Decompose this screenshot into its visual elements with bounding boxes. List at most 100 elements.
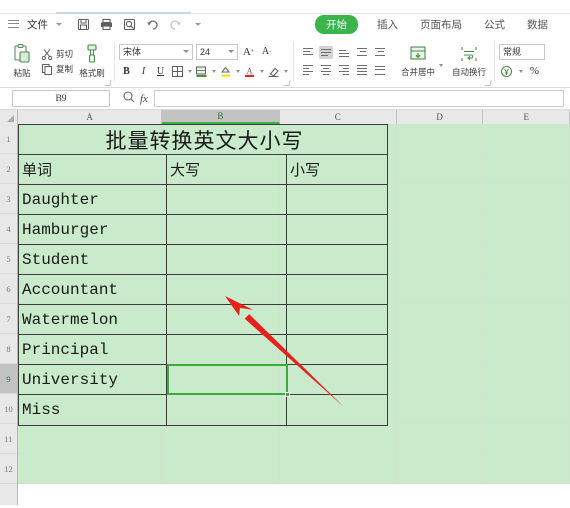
chevron-down-icon[interactable] — [56, 22, 62, 26]
grid-cell[interactable] — [279, 124, 397, 154]
grid-cell[interactable] — [483, 154, 570, 184]
customize-caret-icon[interactable] — [195, 22, 201, 26]
grid-cell[interactable] — [18, 274, 163, 304]
grid-cell[interactable] — [162, 334, 280, 364]
increase-font-size-icon[interactable]: A + — [241, 44, 256, 59]
row-header-12[interactable]: 12 — [0, 454, 17, 484]
grid-cell[interactable] — [483, 244, 570, 274]
row-header-2[interactable]: 2 — [0, 154, 17, 184]
copy-button[interactable]: 复制 — [41, 63, 73, 75]
grid-cell[interactable] — [279, 424, 397, 454]
underline-button[interactable]: U — [153, 64, 168, 79]
decrease-font-size-icon[interactable]: A- — [259, 44, 274, 59]
grid-cell[interactable] — [279, 364, 397, 394]
grid-cell[interactable] — [18, 214, 163, 244]
clear-format-icon[interactable] — [266, 64, 281, 79]
align-bottom-icon[interactable] — [337, 46, 351, 59]
save-icon[interactable] — [76, 17, 91, 32]
grid-cell[interactable] — [279, 214, 397, 244]
grid-cell[interactable] — [483, 424, 570, 454]
grid-cell[interactable] — [18, 184, 163, 214]
align-middle-icon[interactable] — [319, 45, 334, 59]
grid-cell[interactable] — [279, 394, 397, 424]
tab-data[interactable]: 数据 — [524, 16, 551, 33]
column-header-c[interactable]: C — [279, 110, 397, 124]
fill-color-icon[interactable] — [194, 64, 209, 79]
row-header-4[interactable]: 4 — [0, 214, 17, 244]
grid-cell[interactable] — [162, 424, 280, 454]
merge-center-button[interactable]: 合并居中 — [398, 44, 438, 78]
grid-cell[interactable] — [396, 214, 484, 244]
grid-cell[interactable] — [162, 364, 280, 394]
column-header-a[interactable]: A — [18, 110, 163, 124]
formula-input[interactable] — [153, 90, 564, 107]
grid-cell[interactable] — [18, 334, 163, 364]
column-header-b[interactable]: B — [162, 110, 280, 124]
column-header-d[interactable]: D — [396, 110, 484, 124]
grid-cell[interactable] — [279, 184, 397, 214]
insert-function-icon[interactable] — [122, 90, 135, 108]
row-header-7[interactable]: 7 — [0, 304, 17, 334]
grid-cell[interactable] — [18, 424, 163, 454]
grid-cell[interactable] — [396, 274, 484, 304]
tab-page-layout[interactable]: 页面布局 — [417, 16, 465, 33]
chevron-down-icon[interactable] — [439, 63, 444, 67]
select-all-corner[interactable] — [0, 110, 18, 124]
grid-cell[interactable] — [162, 124, 280, 154]
row-header-9[interactable]: 9 — [0, 364, 17, 394]
grid-cell[interactable] — [162, 184, 280, 214]
tab-start[interactable]: 开始 — [315, 15, 358, 34]
italic-button[interactable]: I — [136, 64, 151, 79]
align-justify-icon[interactable] — [355, 64, 369, 77]
grid-cell[interactable] — [279, 304, 397, 334]
percent-style-button[interactable]: % — [527, 64, 542, 79]
clipboard-dialog-launcher-icon[interactable] — [104, 80, 112, 86]
chevron-down-icon[interactable] — [284, 69, 289, 73]
print-preview-icon[interactable] — [122, 17, 137, 32]
grid-cell[interactable] — [396, 124, 484, 154]
grid-cell[interactable] — [483, 334, 570, 364]
fill-handle[interactable] — [285, 392, 290, 397]
row-header-11[interactable]: 11 — [0, 424, 17, 454]
grid-cell[interactable] — [162, 244, 280, 274]
grid-cell[interactable] — [396, 364, 484, 394]
grid-cell[interactable] — [483, 454, 570, 484]
hamburger-icon[interactable] — [8, 19, 19, 29]
row-header-3[interactable]: 3 — [0, 184, 17, 214]
grid-cell[interactable] — [396, 184, 484, 214]
currency-icon[interactable] — [499, 64, 514, 79]
grid-cell[interactable] — [396, 334, 484, 364]
chevron-down-icon[interactable] — [188, 69, 193, 73]
grid-cell[interactable] — [162, 154, 280, 184]
grid-cell[interactable] — [279, 454, 397, 484]
column-header-e[interactable]: E — [483, 110, 570, 124]
align-center-icon[interactable] — [319, 64, 333, 77]
bold-button[interactable]: B — [119, 64, 134, 79]
print-icon[interactable] — [99, 17, 114, 32]
grid-cell[interactable] — [162, 274, 280, 304]
alignment-dialog-launcher-icon[interactable] — [484, 80, 492, 86]
grid-cell[interactable] — [279, 274, 397, 304]
grid-cell[interactable] — [162, 214, 280, 244]
format-painter-button[interactable]: 格式刷 — [75, 43, 109, 79]
font-dialog-launcher-icon[interactable] — [283, 80, 291, 86]
row-header-5[interactable]: 5 — [0, 244, 17, 274]
grid-cell[interactable] — [483, 394, 570, 424]
paste-button[interactable]: 粘贴 — [5, 43, 39, 79]
grid-cell[interactable] — [396, 154, 484, 184]
grid-cell[interactable] — [483, 304, 570, 334]
decrease-indent-icon[interactable] — [355, 46, 369, 59]
wrap-text-button[interactable]: 自动换行 — [449, 44, 489, 78]
grid-cell[interactable] — [18, 304, 163, 334]
grid-cell[interactable] — [396, 304, 484, 334]
grid-cell[interactable] — [18, 154, 163, 184]
grid-cell[interactable] — [279, 334, 397, 364]
cut-button[interactable]: 剪切 — [41, 48, 73, 60]
grid-cell[interactable] — [18, 454, 163, 484]
font-color-icon[interactable]: A — [242, 64, 257, 79]
grid-cell[interactable] — [483, 214, 570, 244]
grid-cell[interactable] — [18, 394, 163, 424]
grid-cell[interactable] — [162, 454, 280, 484]
font-size-input[interactable]: 24 — [196, 43, 239, 60]
number-format-select[interactable]: 常规 — [499, 43, 546, 60]
